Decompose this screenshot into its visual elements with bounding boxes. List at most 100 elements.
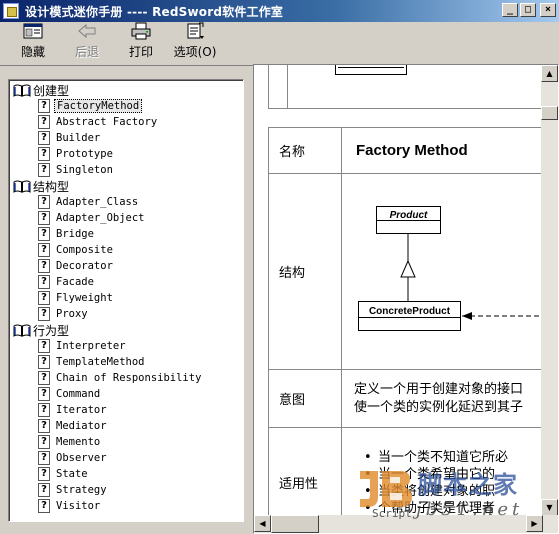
tree-item[interactable]: ? State <box>9 466 243 482</box>
tree-item[interactable]: ? Chain of Responsibility <box>9 370 243 386</box>
tree-item[interactable]: ? Proxy <box>9 306 243 322</box>
tree-item[interactable]: ? TemplateMethod <box>9 354 243 370</box>
tree-item[interactable]: ? Interpreter <box>9 338 243 354</box>
applicability-text: 当一个类不知道它所必 当一个类希望由它的 当类将创建对象的职 个帮助子类是代理者 <box>341 427 542 515</box>
tree-item[interactable]: ? Builder <box>9 130 243 146</box>
tree-item-label: State <box>56 468 88 480</box>
structure-diagram-cell: Product ConcreteProduct <box>341 173 542 370</box>
tree-item-label: FactoryMethod <box>54 99 143 113</box>
tree-category-label: 创建型 <box>33 83 70 98</box>
help-page-icon: ? <box>38 467 50 481</box>
tree-item[interactable]: ? Facade <box>9 274 243 290</box>
help-page-icon: ? <box>38 115 50 129</box>
help-page-icon: ? <box>38 259 50 273</box>
tree-item-label: Composite <box>56 244 113 256</box>
tree-item[interactable]: ? Iterator <box>9 402 243 418</box>
structure-row: 结构 Product ConcreteProduct <box>268 173 542 370</box>
inheritance-arrow <box>400 233 542 320</box>
tree-item-label: Flyweight <box>56 292 113 304</box>
vertical-scroll-thumb[interactable] <box>541 106 558 120</box>
book-icon <box>13 84 31 97</box>
horizontal-scrollbar[interactable]: ◀ ▶ <box>254 515 558 533</box>
tree-item-label: Decorator <box>56 260 113 272</box>
options-button[interactable]: 选项(O) <box>168 22 222 64</box>
help-page-icon: ? <box>38 339 50 353</box>
tree-item[interactable]: ? Strategy <box>9 482 243 498</box>
pattern-table: 名称 Factory Method 结构 Product ConcretePro… <box>268 127 542 515</box>
structure-label: 结构 <box>268 173 342 370</box>
structure-diagram: Product ConcreteProduct <box>342 175 542 369</box>
scroll-right-button[interactable]: ▶ <box>526 515 543 532</box>
tree-item-label: Singleton <box>56 164 113 176</box>
tree-item[interactable]: ? Memento <box>9 434 243 450</box>
help-page-icon: ? <box>38 371 50 385</box>
tree-item[interactable]: ? Adapter_Class <box>9 194 243 210</box>
minimize-button[interactable]: _ <box>502 3 518 17</box>
applicability-item: 当类将创建对象的职 <box>356 483 542 500</box>
help-page-icon: ? <box>38 387 50 401</box>
tree-item-label: Bridge <box>56 228 94 240</box>
back-button[interactable]: 后退 <box>60 22 114 64</box>
help-page-icon: ? <box>38 499 50 513</box>
help-page-icon: ? <box>38 355 50 369</box>
tree-item-label: Facade <box>56 276 94 288</box>
tree-item[interactable]: ? Decorator <box>9 258 243 274</box>
tree-item[interactable]: ? Mediator <box>9 418 243 434</box>
tree-category[interactable]: 行为型 <box>9 322 243 338</box>
intent-line-1: 定义一个用于创建对象的接口 <box>354 381 524 397</box>
tree-item[interactable]: ? Abstract Factory <box>9 114 243 130</box>
help-page-icon: ? <box>38 163 50 177</box>
tree-item-label: Interpreter <box>56 340 126 352</box>
options-label: 选项(O) <box>173 45 217 59</box>
tree-item[interactable]: ? Flyweight <box>9 290 243 306</box>
content-panel: 名称 Factory Method 结构 Product ConcretePro… <box>253 64 559 534</box>
tree-item-label: Prototype <box>56 148 113 160</box>
vertical-scrollbar[interactable]: ▲ ▼ <box>541 65 558 516</box>
scroll-up-button[interactable]: ▲ <box>541 65 558 82</box>
tree-item[interactable]: ? Prototype <box>9 146 243 162</box>
intent-line-2: 使一个类的实例化延迟到其子 <box>354 399 524 415</box>
previous-table-fragment <box>268 65 542 109</box>
help-page-icon: ? <box>38 483 50 497</box>
tree-item-label: Adapter_Object <box>56 212 145 224</box>
title-bar: 设计模式迷你手册 ---- RedSword软件工作室 _ □ × <box>0 0 559 22</box>
maximize-button[interactable]: □ <box>520 3 536 17</box>
tree-category[interactable]: 结构型 <box>9 178 243 194</box>
tree-item-label: TemplateMethod <box>56 356 145 368</box>
intent-row: 意图 定义一个用于创建对象的接口 使一个类的实例化延迟到其子 <box>268 369 542 428</box>
tree-item[interactable]: ? Command <box>9 386 243 402</box>
help-page-icon: ? <box>38 451 50 465</box>
tree-item-label: Proxy <box>56 308 88 320</box>
tree-item[interactable]: ? Adapter_Object <box>9 210 243 226</box>
print-button[interactable]: 打印 <box>114 22 168 64</box>
concrete-product-class-box: ConcreteProduct <box>358 300 461 331</box>
help-page-icon: ? <box>38 147 50 161</box>
tree-item[interactable]: ? Singleton <box>9 162 243 178</box>
tree-item-label: Command <box>56 388 101 400</box>
scroll-left-button[interactable]: ◀ <box>254 515 271 532</box>
tree-category-label: 结构型 <box>33 179 70 194</box>
horizontal-scroll-thumb[interactable] <box>271 515 319 533</box>
scroll-down-button[interactable]: ▼ <box>541 499 558 516</box>
intent-label: 意图 <box>268 369 342 428</box>
tree-item[interactable]: ? Visitor <box>9 498 243 514</box>
tree-item-label: Builder <box>56 132 101 144</box>
tree-item[interactable]: ? Bridge <box>9 226 243 242</box>
help-page-icon: ? <box>38 131 50 145</box>
tree-item-label: Iterator <box>56 404 107 416</box>
tree-item-label: Observer <box>56 452 107 464</box>
tree-item[interactable]: ? Composite <box>9 242 243 258</box>
close-button[interactable]: × <box>540 3 556 17</box>
book-icon <box>13 324 31 337</box>
hide-panel-icon <box>23 23 43 39</box>
applicability-row: 适用性 当一个类不知道它所必 当一个类希望由它的 当类将创建对象的职 个帮助子类… <box>268 427 542 515</box>
tree-category[interactable]: 创建型 <box>9 82 243 98</box>
hide-button[interactable]: 隐藏 <box>6 22 60 64</box>
applicability-label: 适用性 <box>268 427 342 515</box>
tree-item[interactable]: ? Observer <box>9 450 243 466</box>
tree-item[interactable]: ? FactoryMethod <box>9 98 243 114</box>
tree-item-label: Strategy <box>56 484 107 496</box>
topic-tree: 创建型? FactoryMethod? Abstract Factory? Build… <box>9 82 243 514</box>
options-icon <box>187 22 204 39</box>
hide-label: 隐藏 <box>20 45 45 59</box>
